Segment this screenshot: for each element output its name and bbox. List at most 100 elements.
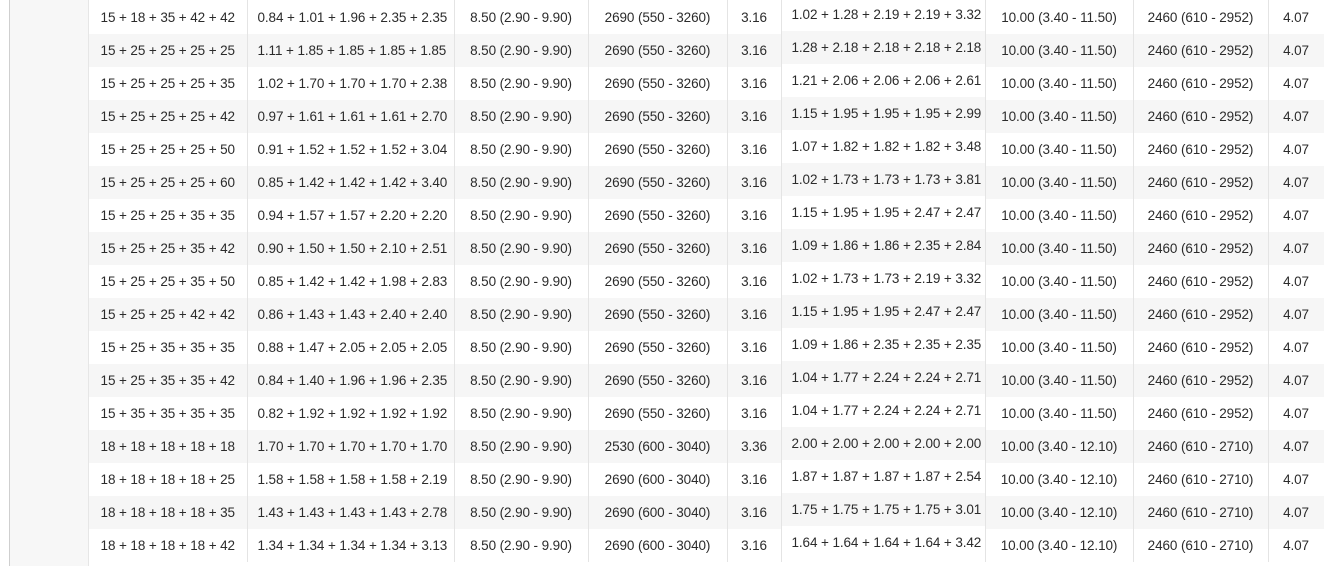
zone-values-b-cell: 1.64 + 1.64 + 1.64 + 1.64 + 3.42 — [781, 526, 986, 559]
table-row: 15 + 25 + 25 + 25 + 42 0.97 + 1.61 + 1.61… — [89, 97, 1325, 133]
zone-sizes-cell: 15 + 25 + 25 + 25 + 35 — [89, 67, 248, 100]
ratio-a-cell: 3.36 — [727, 430, 782, 463]
ratio-a-cell: 3.16 — [727, 397, 782, 430]
zone-values-b-cell: 2.00 + 2.00 + 2.00 + 2.00 + 2.00 — [781, 427, 986, 460]
capacity-a-cell: 8.50 (2.90 - 9.90) — [454, 166, 589, 199]
capacity-b-cell: 10.00 (3.40 - 11.50) — [985, 67, 1134, 100]
zone-sizes-cell: 15 + 25 + 25 + 25 + 60 — [89, 166, 248, 199]
capacity-b-cell: 10.00 (3.40 - 11.50) — [985, 166, 1134, 199]
zone-values-b-cell: 1.02 + 1.28 + 2.19 + 2.19 + 3.32 — [781, 0, 986, 31]
airflow-b-cell: 2460 (610 - 2952) — [1133, 232, 1269, 265]
zone-values-a-cell: 1.70 + 1.70 + 1.70 + 1.70 + 1.70 — [247, 430, 455, 463]
zone-sizes-cell: 15 + 25 + 35 + 35 + 42 — [89, 364, 248, 397]
capacity-a-cell: 8.50 (2.90 - 9.90) — [454, 463, 589, 496]
table-row: 18 + 18 + 18 + 18 + 35 1.43 + 1.43 + 1.43… — [89, 493, 1325, 529]
zone-values-a-cell: 0.85 + 1.42 + 1.42 + 1.42 + 3.40 — [247, 166, 455, 199]
airflow-b-cell: 2460 (610 - 2952) — [1133, 364, 1269, 397]
capacity-b-cell: 10.00 (3.40 - 11.50) — [985, 0, 1134, 34]
capacity-b-cell: 10.00 (3.40 - 11.50) — [985, 199, 1134, 232]
airflow-b-cell: 2460 (610 - 2952) — [1133, 133, 1269, 166]
table-row: 15 + 25 + 25 + 35 + 50 0.85 + 1.42 + 1.42… — [89, 262, 1325, 298]
capacity-b-cell: 10.00 (3.40 - 11.50) — [985, 265, 1134, 298]
airflow-a-cell: 2690 (550 - 3260) — [588, 265, 728, 298]
capacity-a-cell: 8.50 (2.90 - 9.90) — [454, 430, 589, 463]
zone-values-b-cell: 1.75 + 1.75 + 1.75 + 1.75 + 3.01 — [781, 493, 986, 526]
airflow-a-cell: 2690 (600 - 3040) — [588, 529, 728, 562]
table-row: 15 + 25 + 25 + 35 + 42 0.90 + 1.50 + 1.50… — [89, 229, 1325, 265]
zone-values-a-cell: 0.90 + 1.50 + 1.50 + 2.10 + 2.51 — [247, 232, 455, 265]
zone-values-a-cell: 0.84 + 1.01 + 1.96 + 2.35 + 2.35 — [247, 0, 455, 34]
zone-values-a-cell: 0.91 + 1.52 + 1.52 + 1.52 + 3.04 — [247, 133, 455, 166]
zone-sizes-cell: 18 + 18 + 18 + 18 + 18 — [89, 430, 248, 463]
capacity-a-cell: 8.50 (2.90 - 9.90) — [454, 67, 589, 100]
zone-values-b-cell: 1.04 + 1.77 + 2.24 + 2.24 + 2.71 — [781, 394, 986, 427]
zone-values-b-cell: 1.09 + 1.86 + 2.35 + 2.35 + 2.35 — [781, 328, 986, 361]
ratio-b-cell: 4.07 — [1268, 496, 1325, 529]
capacity-a-cell: 8.50 (2.90 - 9.90) — [454, 397, 589, 430]
capacity-b-cell: 10.00 (3.40 - 12.10) — [985, 463, 1134, 496]
zone-sizes-cell: 15 + 25 + 35 + 35 + 35 — [89, 331, 248, 364]
capacity-b-cell: 10.00 (3.40 - 11.50) — [985, 364, 1134, 397]
ratio-a-cell: 3.16 — [727, 199, 782, 232]
table-body: 15 + 18 + 35 + 42 + 42 0.84 + 1.01 + 1.96… — [89, 0, 1325, 562]
zone-values-a-cell: 0.88 + 1.47 + 2.05 + 2.05 + 2.05 — [247, 331, 455, 364]
table-row: 18 + 18 + 18 + 18 + 18 1.70 + 1.70 + 1.70… — [89, 427, 1325, 463]
airflow-b-cell: 2460 (610 - 2952) — [1133, 199, 1269, 232]
zone-sizes-cell: 15 + 25 + 25 + 35 + 42 — [89, 232, 248, 265]
airflow-a-cell: 2690 (550 - 3260) — [588, 67, 728, 100]
zone-sizes-cell: 15 + 18 + 35 + 42 + 42 — [89, 0, 248, 34]
capacity-a-cell: 8.50 (2.90 - 9.90) — [454, 199, 589, 232]
zone-sizes-cell: 15 + 25 + 25 + 35 + 50 — [89, 265, 248, 298]
capacity-b-cell: 10.00 (3.40 - 11.50) — [985, 133, 1134, 166]
ratio-b-cell: 4.07 — [1268, 133, 1325, 166]
capacity-a-cell: 8.50 (2.90 - 9.90) — [454, 496, 589, 529]
table-row: 15 + 25 + 25 + 35 + 35 0.94 + 1.57 + 1.57… — [89, 196, 1325, 232]
airflow-b-cell: 2460 (610 - 2710) — [1133, 430, 1269, 463]
zone-values-b-cell: 1.21 + 2.06 + 2.06 + 2.06 + 2.61 — [781, 64, 986, 97]
zone-values-a-cell: 1.02 + 1.70 + 1.70 + 1.70 + 2.38 — [247, 67, 455, 100]
airflow-b-cell: 2460 (610 - 2952) — [1133, 298, 1269, 331]
ratio-b-cell: 4.07 — [1268, 199, 1325, 232]
zone-values-b-cell: 1.15 + 1.95 + 1.95 + 1.95 + 2.99 — [781, 97, 986, 130]
ratio-b-cell: 4.07 — [1268, 0, 1325, 34]
ratio-a-cell: 3.16 — [727, 331, 782, 364]
ratio-b-cell: 4.07 — [1268, 166, 1325, 199]
ratio-a-cell: 3.16 — [727, 133, 782, 166]
airflow-a-cell: 2690 (550 - 3260) — [588, 331, 728, 364]
zone-sizes-cell: 15 + 25 + 25 + 25 + 25 — [89, 34, 248, 67]
table-row: 15 + 25 + 35 + 35 + 35 0.88 + 1.47 + 2.05… — [89, 328, 1325, 364]
ratio-b-cell: 4.07 — [1268, 463, 1325, 496]
ratio-b-cell: 4.07 — [1268, 364, 1325, 397]
ratio-b-cell: 4.07 — [1268, 265, 1325, 298]
zone-values-a-cell: 1.34 + 1.34 + 1.34 + 1.34 + 3.13 — [247, 529, 455, 562]
airflow-b-cell: 2460 (610 - 2710) — [1133, 463, 1269, 496]
airflow-b-cell: 2460 (610 - 2952) — [1133, 331, 1269, 364]
zone-values-a-cell: 0.84 + 1.40 + 1.96 + 1.96 + 2.35 — [247, 364, 455, 397]
ratio-b-cell: 4.07 — [1268, 430, 1325, 463]
capacity-a-cell: 8.50 (2.90 - 9.90) — [454, 100, 589, 133]
ratio-a-cell: 3.16 — [727, 100, 782, 133]
left-panel — [9, 0, 89, 566]
zone-sizes-cell: 15 + 25 + 25 + 25 + 42 — [89, 100, 248, 133]
capacity-a-cell: 8.50 (2.90 - 9.90) — [454, 232, 589, 265]
table-row: 15 + 25 + 25 + 25 + 35 1.02 + 1.70 + 1.70… — [89, 64, 1325, 100]
airflow-b-cell: 2460 (610 - 2710) — [1133, 529, 1269, 562]
ratio-b-cell: 4.07 — [1268, 232, 1325, 265]
airflow-a-cell: 2690 (600 - 3040) — [588, 463, 728, 496]
capacity-b-cell: 10.00 (3.40 - 12.10) — [985, 529, 1134, 562]
zone-values-b-cell: 1.87 + 1.87 + 1.87 + 1.87 + 2.54 — [781, 460, 986, 493]
ratio-b-cell: 4.07 — [1268, 298, 1325, 331]
ratio-b-cell: 4.07 — [1268, 331, 1325, 364]
capacity-b-cell: 10.00 (3.40 - 12.10) — [985, 496, 1134, 529]
right-edge — [1324, 0, 1338, 566]
table-row: 15 + 35 + 35 + 35 + 35 0.82 + 1.92 + 1.92… — [89, 394, 1325, 430]
zone-values-a-cell: 0.85 + 1.42 + 1.42 + 1.98 + 2.83 — [247, 265, 455, 298]
table-row: 15 + 18 + 35 + 42 + 42 0.84 + 1.01 + 1.96… — [89, 0, 1325, 34]
zone-values-b-cell: 1.07 + 1.82 + 1.82 + 1.82 + 3.48 — [781, 130, 986, 163]
capacity-b-cell: 10.00 (3.40 - 11.50) — [985, 331, 1134, 364]
zone-values-b-cell: 1.02 + 1.73 + 1.73 + 2.19 + 3.32 — [781, 262, 986, 295]
airflow-a-cell: 2690 (550 - 3260) — [588, 133, 728, 166]
capacity-b-cell: 10.00 (3.40 - 11.50) — [985, 34, 1134, 67]
zone-values-b-cell: 1.15 + 1.95 + 1.95 + 2.47 + 2.47 — [781, 196, 986, 229]
zone-sizes-cell: 18 + 18 + 18 + 18 + 35 — [89, 496, 248, 529]
